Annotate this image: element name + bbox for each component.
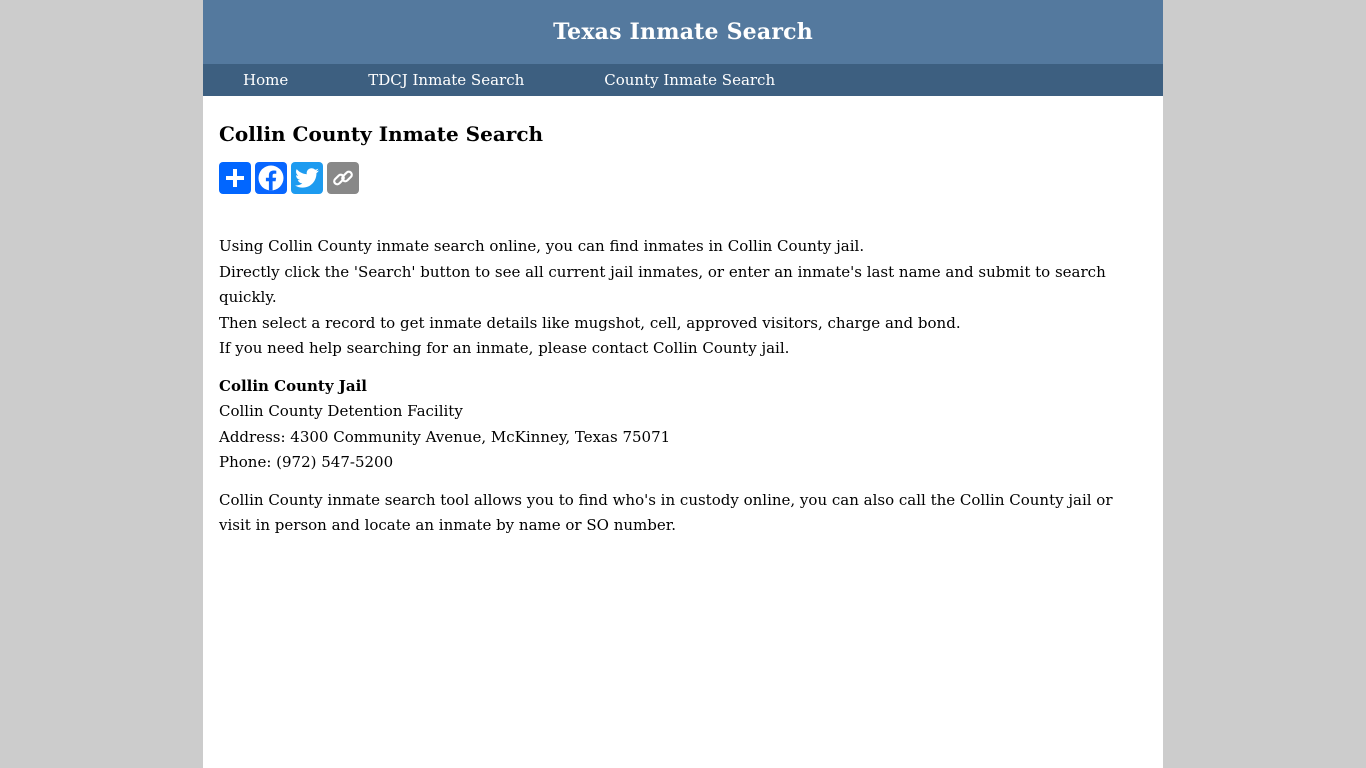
plus-icon <box>226 169 244 187</box>
jail-name: Collin County Jail <box>219 376 368 395</box>
share-copy-link-button[interactable] <box>327 162 359 194</box>
site-header: Texas Inmate Search <box>203 0 1163 64</box>
jail-phone: Phone: (972) 547-5200 <box>219 453 394 471</box>
twitter-icon <box>295 168 319 188</box>
jail-info: Collin County Jail Collin County Detenti… <box>219 374 1147 476</box>
main-nav: Home TDCJ Inmate Search County Inmate Se… <box>203 64 1163 96</box>
intro-line: If you need help searching for an inmate… <box>219 339 790 357</box>
main-content: Collin County Inmate Search Using Collin… <box>203 122 1163 539</box>
intro-line: Using Collin County inmate search online… <box>219 237 865 255</box>
intro-line: Directly click the 'Search' button to se… <box>219 262 1106 307</box>
facebook-icon <box>258 165 284 191</box>
page-title: Collin County Inmate Search <box>219 122 544 146</box>
share-add-button[interactable] <box>219 162 251 194</box>
share-twitter-button[interactable] <box>291 162 323 194</box>
intro-text: Using Collin County inmate search online… <box>219 234 1147 362</box>
link-icon <box>333 170 353 186</box>
jail-facility: Collin County Detention Facility <box>219 402 463 420</box>
share-bar <box>219 162 1147 194</box>
page-container: Texas Inmate Search Home TDCJ Inmate Sea… <box>203 0 1163 768</box>
site-title[interactable]: Texas Inmate Search <box>553 19 813 45</box>
jail-address: Address: 4300 Community Avenue, McKinney… <box>219 427 671 446</box>
outro-text: Collin County inmate search tool allows … <box>219 490 1113 535</box>
nav-county-inmate-search[interactable]: County Inmate Search <box>604 71 775 89</box>
share-facebook-button[interactable] <box>255 162 287 194</box>
nav-tdcj-inmate-search[interactable]: TDCJ Inmate Search <box>368 71 524 89</box>
intro-line: Then select a record to get inmate detai… <box>219 313 961 332</box>
nav-home[interactable]: Home <box>243 71 288 89</box>
